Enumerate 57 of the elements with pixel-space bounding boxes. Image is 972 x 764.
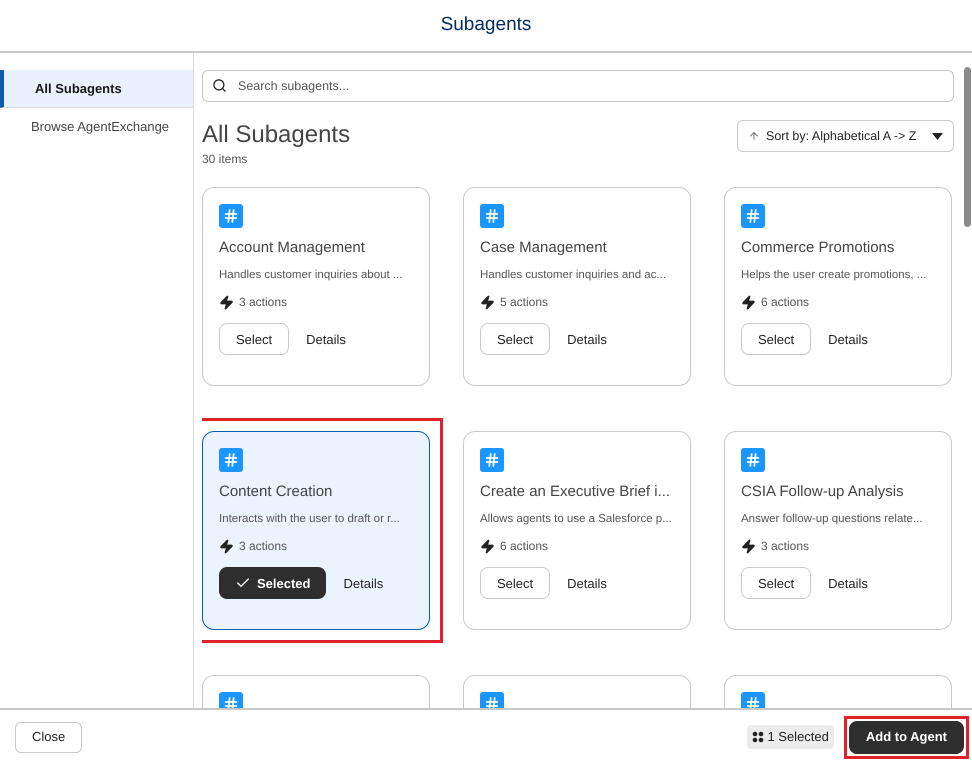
select-button[interactable]: Select xyxy=(741,567,812,600)
add-to-agent-button[interactable]: Add to Agent xyxy=(848,720,964,754)
card-title: Account Management xyxy=(219,238,366,258)
sort-dropdown[interactable]: Sort by: Alphabetical A -> Z xyxy=(737,120,954,152)
card-description: Handles customer inquiries and ac... xyxy=(480,268,668,283)
close-button[interactable]: Close xyxy=(15,722,82,752)
actions-count: 6 actions xyxy=(500,538,548,556)
actions-count: 3 actions xyxy=(239,294,288,312)
details-link[interactable]: Details xyxy=(828,330,868,349)
lightning-icon xyxy=(741,294,756,310)
actions-count: 5 actions xyxy=(500,294,548,312)
actions-count: 3 actions xyxy=(761,538,810,556)
search-field[interactable]: Search subagents... xyxy=(202,70,954,102)
sidebar-item[interactable]: All Subagents xyxy=(0,70,193,108)
details-link[interactable]: Details xyxy=(343,574,384,593)
actions-count: 3 actions xyxy=(239,538,288,556)
window-title: Subagents xyxy=(440,13,532,38)
sidebar-item[interactable]: Browse AgentExchange xyxy=(0,108,193,146)
select-button[interactable]: Select xyxy=(219,323,290,356)
item-count: 30 items xyxy=(202,151,248,168)
details-link[interactable]: Details xyxy=(567,574,607,593)
hash-icon xyxy=(219,448,243,472)
lightning-icon xyxy=(219,294,234,310)
card-title: Content Creation xyxy=(219,482,334,502)
grid-icon xyxy=(752,731,764,743)
card-title: Case Management xyxy=(480,238,608,258)
scrollbar-thumb[interactable] xyxy=(964,67,970,227)
hash-icon xyxy=(480,204,504,228)
lightning-icon xyxy=(219,538,234,554)
select-button[interactable]: Select xyxy=(480,567,550,600)
details-link[interactable]: Details xyxy=(306,330,346,349)
card-description: Handles customer inquiries about ... xyxy=(219,268,404,283)
card-title: CSIA Follow-up Analysis xyxy=(741,482,905,502)
card-description: Helps the user create promotions, ... xyxy=(741,268,928,283)
select-button[interactable]: Select xyxy=(480,323,550,356)
lightning-icon xyxy=(480,538,495,554)
actions-count: 6 actions xyxy=(761,294,810,312)
hash-icon xyxy=(219,204,243,228)
select-button[interactable]: Select xyxy=(741,323,812,356)
card-description: Answer follow-up questions relate... xyxy=(741,512,924,527)
card-description: Interacts with the user to draft or r... xyxy=(219,512,401,527)
lightning-icon xyxy=(741,538,756,554)
lightning-icon xyxy=(480,294,495,310)
arrow-up-icon xyxy=(748,130,760,142)
caret-down-icon xyxy=(932,132,943,140)
details-link[interactable]: Details xyxy=(828,574,868,593)
selected-button[interactable]: Selected xyxy=(219,567,326,600)
card-title: Commerce Promotions xyxy=(741,238,896,258)
card-title: Create an Executive Brief i... xyxy=(480,482,672,502)
hash-icon xyxy=(741,204,765,228)
details-link[interactable]: Details xyxy=(567,330,607,349)
search-icon xyxy=(212,78,227,93)
card-description: Allows agents to use a Salesforce p... xyxy=(480,512,673,527)
selected-count-badge: 1 Selected xyxy=(747,725,834,749)
hash-icon xyxy=(741,448,765,472)
page-heading: All Subagents xyxy=(202,120,350,150)
hash-icon xyxy=(480,448,504,472)
